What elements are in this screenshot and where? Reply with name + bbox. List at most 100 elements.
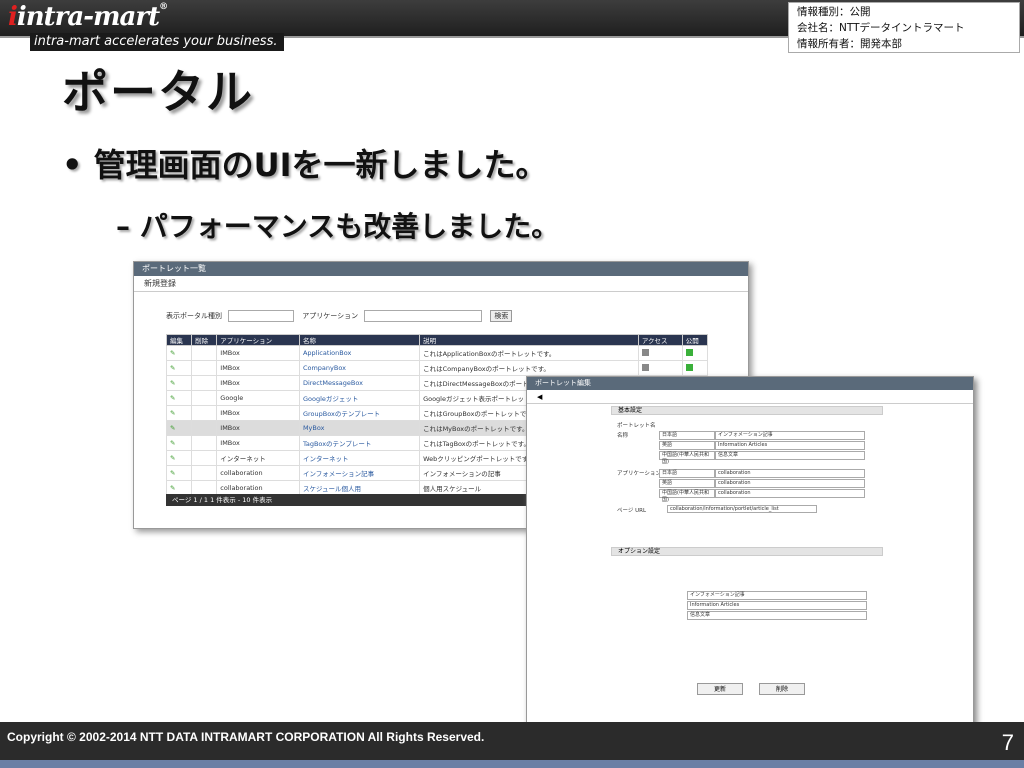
column-header: アクセス [637, 334, 683, 346]
new-registration-link: 新規登録 [134, 276, 748, 292]
column-header: 公開 [681, 334, 709, 346]
slide-header: iintra-mart® intra-mart accelerates your… [0, 0, 1024, 53]
back-link: ◀ [527, 390, 973, 404]
edit-icon: ✎ [170, 379, 176, 387]
portlet-edit-screenshot: ポートレット編集 ◀ 基本設定 ポートレット名 名称 日本語 インフォメーション… [526, 376, 974, 746]
public-icon [685, 363, 693, 371]
icon-cell [191, 375, 218, 391]
access-icon [641, 348, 649, 356]
edit-icon: ✎ [170, 364, 176, 372]
footer-accent-bar [0, 760, 1024, 768]
tagline: intra-mart accelerates your business. [30, 33, 284, 51]
desc-cell: これはCompanyBoxのポートレットです。 [419, 360, 639, 376]
update-button: 更新 [697, 683, 743, 695]
portlet-name-label: ポートレット名 [617, 423, 656, 429]
icon-cell: ✎ [165, 390, 193, 406]
public-icon [685, 348, 693, 356]
column-header: 名称 [298, 334, 421, 346]
icon-cell: ✎ [165, 435, 193, 451]
column-header: アプリケーション [216, 334, 300, 346]
icon-cell [191, 420, 218, 436]
desc-cell: これはApplicationBoxのポートレットです。 [419, 345, 639, 361]
edit-icon: ✎ [170, 349, 176, 357]
icon-cell [681, 360, 709, 376]
slide-title: ポータル [62, 65, 254, 119]
name-cell: TagBoxのテンプレート [298, 435, 421, 451]
bullet-performance: – パフォーマンスも改善しました。 [116, 210, 560, 243]
info-owner: 情報所有者：開発本部 [797, 38, 902, 50]
icon-cell: ✎ [165, 360, 193, 376]
app-cell: IMBox [216, 345, 300, 361]
icon-cell [681, 345, 709, 361]
basic-settings-header: 基本設定 [611, 406, 883, 415]
page-url-input: collaboration/information/portlet/articl… [667, 505, 817, 513]
delete-button: 削除 [759, 683, 805, 695]
logo-text: intra-mart [16, 2, 160, 32]
app-cell: IMBox [216, 435, 300, 451]
icon-cell: ✎ [165, 420, 193, 436]
info-company: 会社名：NTTデータイントラマート [797, 22, 965, 34]
application-label: アプリケーション [617, 471, 661, 477]
application-input [364, 310, 483, 322]
option-settings-header: オプション設定 [611, 547, 883, 556]
icon-cell: ✎ [165, 450, 193, 466]
icon-cell [191, 345, 218, 361]
info-box: 情報種別：公開 会社名：NTTデータイントラマート 情報所有者：開発本部 [788, 2, 1020, 53]
edit-icon: ✎ [170, 484, 176, 492]
title-zh-input: 信息文章 [715, 451, 865, 460]
window-title-bar: ポートレット一覧 [134, 262, 748, 276]
info-classification: 情報種別：公開 [797, 6, 871, 18]
search-button: 検索 [490, 310, 513, 322]
name-cell: DirectMessageBox [298, 375, 421, 391]
edit-icon: ✎ [170, 394, 176, 402]
icon-cell [191, 405, 218, 421]
icon-cell: ✎ [165, 465, 193, 481]
icon-cell [637, 360, 683, 376]
app-cell: Google [216, 390, 300, 406]
icon-cell: ✎ [165, 375, 193, 391]
app-cell: IMBox [216, 375, 300, 391]
name-cell: インターネット [298, 450, 421, 466]
icon-cell [637, 345, 683, 361]
name-cell: Googleガジェット [298, 390, 421, 406]
app-cell: collaboration [216, 465, 300, 481]
icon-cell: ✎ [165, 405, 193, 421]
edit-icon: ✎ [170, 469, 176, 477]
title-label: 名称 [617, 433, 629, 439]
column-header: 編集 [165, 334, 193, 346]
bullet-ui-renewed: • 管理画面のUIを一新しました。 [62, 146, 548, 184]
app-cell: IMBox [216, 405, 300, 421]
column-header: 説明 [419, 334, 639, 346]
page-number: 7 [1001, 730, 1014, 755]
access-icon [641, 363, 649, 371]
table-row: ✎ IMBox CompanyBox これはCompanyBoxのポートレットです。 [165, 360, 709, 376]
column-header: 削除 [191, 334, 218, 346]
icon-cell [191, 465, 218, 481]
icon-cell: ✎ [165, 345, 193, 361]
portal-type-select [228, 310, 294, 322]
search-form: 表示ポータル種別 アプリケーション 検索 [166, 310, 513, 322]
table-row: ✎ IMBox ApplicationBox これはApplicationBoxのポー… [165, 345, 709, 361]
name-cell: インフォメーション記事 [298, 465, 421, 481]
title-en-input: Information Articles [715, 441, 865, 450]
edit-icon: ✎ [170, 409, 176, 417]
page-url-label: ページ URL [617, 508, 647, 514]
name-cell: ApplicationBox [298, 345, 421, 361]
edit-icon: ✎ [170, 424, 176, 432]
icon-cell [191, 450, 218, 466]
edit-window-title-bar: ポートレット編集 [527, 377, 973, 390]
intra-mart-logo: iintra-mart® [8, 2, 168, 32]
name-cell: CompanyBox [298, 360, 421, 376]
icon-cell [191, 390, 218, 406]
app-cell: インターネット [216, 450, 300, 466]
copyright-text: Copyright © 2002-2014 NTT DATA INTRAMART… [7, 730, 485, 744]
app-cell: IMBox [216, 360, 300, 376]
app-cell: IMBox [216, 420, 300, 436]
name-cell: MyBox [298, 420, 421, 436]
icon-cell [191, 360, 218, 376]
icon-cell [191, 435, 218, 451]
edit-icon: ✎ [170, 454, 176, 462]
name-cell: GroupBoxのテンプレート [298, 405, 421, 421]
edit-icon: ✎ [170, 439, 176, 447]
title-ja-input: インフォメーション記事 [715, 431, 865, 440]
